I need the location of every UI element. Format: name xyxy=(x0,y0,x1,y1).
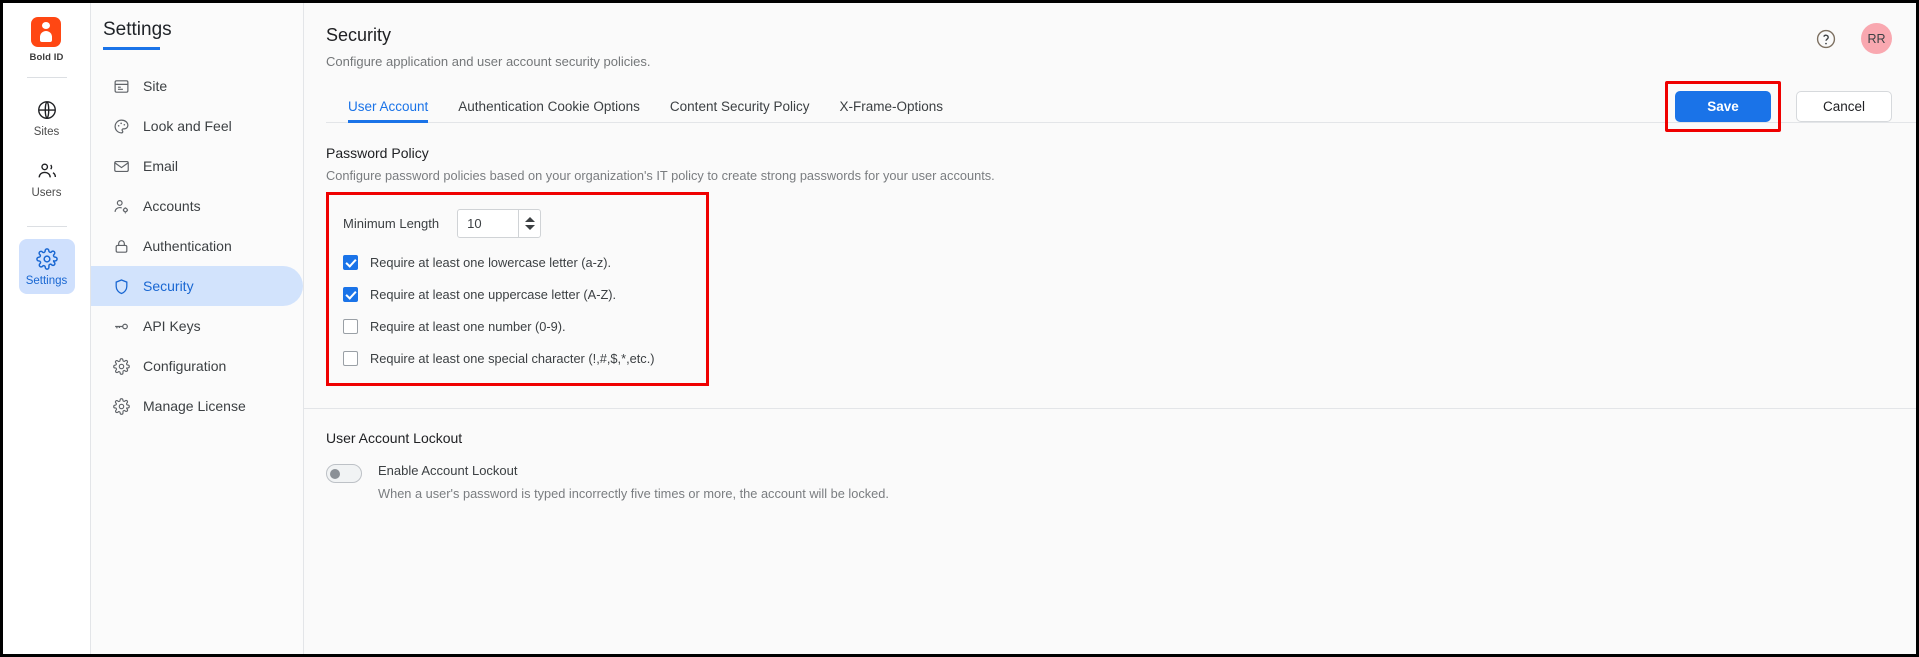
settings-nav: Settings Site Look and Feel Email Accoun… xyxy=(91,3,304,654)
rule-label: Require at least one lowercase letter (a… xyxy=(370,255,612,270)
checkbox-lowercase[interactable] xyxy=(343,255,358,270)
rule-row-number[interactable]: Require at least one number (0-9). xyxy=(343,319,706,334)
sidebar-item-authentication[interactable]: Authentication xyxy=(91,226,303,266)
minimum-length-row: Minimum Length 10 xyxy=(343,209,706,238)
rule-label: Require at least one number (0-9). xyxy=(370,319,566,334)
header-utilities: RR xyxy=(1815,23,1892,54)
sidebar-item-security[interactable]: Security xyxy=(91,266,303,306)
user-account-panel: Password Policy Configure password polic… xyxy=(304,123,1916,501)
tab-x-frame-options[interactable]: X-Frame-Options xyxy=(839,99,943,122)
users-icon xyxy=(36,160,58,182)
primary-nav-rail: Bold ID Sites Users Settings xyxy=(3,3,91,654)
cancel-button[interactable]: Cancel xyxy=(1796,91,1892,122)
rule-row-special-character[interactable]: Require at least one special character (… xyxy=(343,351,706,366)
account-lockout-description: When a user's password is typed incorrec… xyxy=(378,486,889,501)
enable-account-lockout-label: Enable Account Lockout xyxy=(378,463,518,478)
minimum-length-label: Minimum Length xyxy=(343,216,440,231)
account-lockout-text-block: Enable Account Lockout When a user's pas… xyxy=(378,463,889,501)
rail-item-label: Settings xyxy=(25,275,68,287)
stepper-buttons[interactable] xyxy=(518,210,540,237)
checkbox-uppercase[interactable] xyxy=(343,287,358,302)
gear-icon xyxy=(35,248,58,270)
sidebar-item-label: Site xyxy=(143,78,168,94)
account-gear-icon xyxy=(113,198,130,215)
brand-logo-block: Bold ID xyxy=(30,13,64,63)
rule-label: Require at least one uppercase letter (A… xyxy=(370,287,617,302)
sidebar-item-look-and-feel[interactable]: Look and Feel xyxy=(91,106,303,146)
checkbox-special-character[interactable] xyxy=(343,351,358,366)
checkbox-number[interactable] xyxy=(343,319,358,334)
rail-item-label: Users xyxy=(31,187,62,199)
minimum-length-input[interactable]: 10 xyxy=(458,210,518,237)
stepper-increment-icon[interactable] xyxy=(524,217,535,222)
sidebar-item-label: Accounts xyxy=(143,198,201,214)
envelope-icon xyxy=(113,158,130,175)
password-policy-title: Password Policy xyxy=(326,145,429,161)
rail-item-sites[interactable]: Sites xyxy=(19,90,75,145)
palette-icon xyxy=(113,118,130,135)
password-policy-description: Configure password policies based on you… xyxy=(326,168,995,183)
page-subtitle: Configure application and user account s… xyxy=(326,54,651,69)
rail-divider-top xyxy=(26,77,67,78)
main-content: Security Configure application and user … xyxy=(304,3,1916,654)
sidebar-item-manage-license[interactable]: Manage License xyxy=(91,386,303,426)
sidebar-item-accounts[interactable]: Accounts xyxy=(91,186,303,226)
enable-account-lockout-toggle[interactable] xyxy=(326,464,362,483)
rule-label: Require at least one special character (… xyxy=(370,351,655,366)
page-title: Security xyxy=(326,25,392,45)
globe-icon xyxy=(36,99,58,121)
stepper-decrement-icon[interactable] xyxy=(524,225,535,230)
settings-nav-title: Settings xyxy=(103,19,172,40)
section-divider xyxy=(304,408,1916,409)
sidebar-item-label: Configuration xyxy=(143,358,227,374)
gear-icon xyxy=(113,357,130,375)
settings-nav-title-underline xyxy=(103,47,160,50)
rule-row-lowercase[interactable]: Require at least one lowercase letter (a… xyxy=(343,255,706,270)
account-lockout-row: Enable Account Lockout When a user's pas… xyxy=(326,463,1916,501)
sidebar-item-site[interactable]: Site xyxy=(91,66,303,106)
lock-icon xyxy=(113,238,130,255)
sidebar-item-label: Manage License xyxy=(143,398,246,414)
rail-divider-bottom xyxy=(26,226,67,227)
sidebar-item-label: Look and Feel xyxy=(143,118,232,134)
application-window: Bold ID Sites Users Settings Settings Si… xyxy=(0,0,1919,657)
key-icon xyxy=(113,318,130,335)
page-header: Security Configure application and user … xyxy=(304,3,1916,132)
save-button[interactable]: Save xyxy=(1675,91,1771,122)
tab-user-account[interactable]: User Account xyxy=(348,99,429,123)
sidebar-item-label: API Keys xyxy=(143,318,201,334)
sidebar-item-api-keys[interactable]: API Keys xyxy=(91,306,303,346)
password-policy-highlight-annotation: Minimum Length 10 Require at least one l… xyxy=(326,192,709,386)
rail-item-label: Sites xyxy=(33,126,60,138)
gear-icon xyxy=(113,397,130,415)
rail-item-users[interactable]: Users xyxy=(19,151,75,206)
account-lockout-title: User Account Lockout xyxy=(326,430,463,446)
rule-row-uppercase[interactable]: Require at least one uppercase letter (A… xyxy=(343,287,706,302)
minimum-length-stepper[interactable]: 10 xyxy=(457,209,542,238)
avatar[interactable]: RR xyxy=(1861,23,1892,54)
sidebar-item-label: Security xyxy=(143,278,194,294)
sidebar-item-label: Email xyxy=(143,158,179,174)
tab-content-security-policy[interactable]: Content Security Policy xyxy=(670,99,810,122)
sidebar-item-label: Authentication xyxy=(143,238,232,254)
help-circle-icon[interactable] xyxy=(1815,28,1837,50)
rail-item-settings[interactable]: Settings xyxy=(18,239,75,294)
brand-name: Bold ID xyxy=(29,52,64,63)
shield-icon xyxy=(113,278,130,295)
bold-id-logo-icon xyxy=(31,17,62,47)
sidebar-item-configuration[interactable]: Configuration xyxy=(91,346,303,386)
sidebar-item-email[interactable]: Email xyxy=(91,146,303,186)
site-icon xyxy=(113,78,130,95)
tab-authentication-cookie-options[interactable]: Authentication Cookie Options xyxy=(458,99,640,122)
